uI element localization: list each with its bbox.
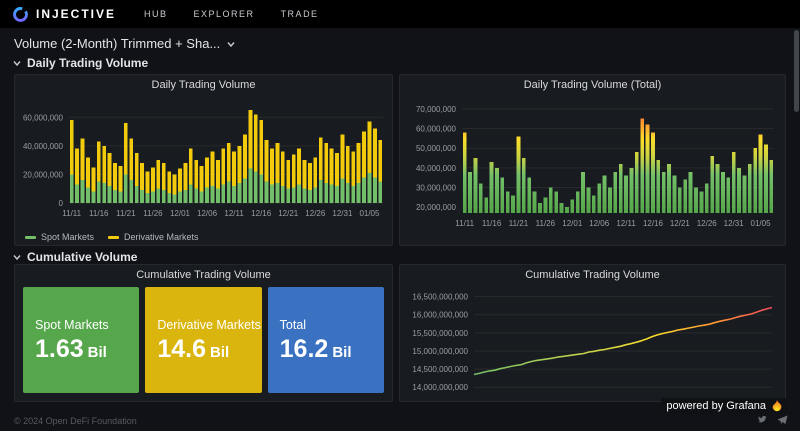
chevron-down-icon [12,252,22,262]
svg-text:11/11: 11/11 [455,219,474,228]
svg-text:12/11: 12/11 [616,219,636,228]
svg-text:14,500,000,000: 14,500,000,000 [412,365,468,374]
legend-item[interactable]: Derivative Markets [108,232,199,242]
chevron-down-icon [12,58,22,68]
svg-text:16,000,000,000: 16,000,000,000 [412,311,468,320]
navbar: INJECTIVE HUB EXPLORER TRADE [0,0,800,28]
svg-text:12/01: 12/01 [170,209,191,218]
panel-title[interactable]: Cumulative Trading Volume [400,265,785,285]
social-links [757,415,788,425]
svg-text:15,000,000,000: 15,000,000,000 [412,347,468,356]
svg-text:70,000,000: 70,000,000 [416,105,457,114]
chevron-down-icon [226,39,236,49]
svg-text:12/31: 12/31 [332,209,353,218]
stat-label: Derivative Markets [157,318,261,332]
daily-total-bar-chart: 20,000,000 30,000,000 40,000,000 50,000,000… [400,95,785,245]
svg-text:60,000,000: 60,000,000 [416,125,457,134]
svg-text:12/16: 12/16 [251,209,272,218]
stat-value: 16.2Bil [280,337,384,362]
svg-text:40,000,000: 40,000,000 [23,142,64,151]
panel-cumulative-stats: Cumulative Trading Volume Spot Markets 1… [14,264,393,402]
stat-value: 14.6Bil [157,337,261,362]
svg-text:12/31: 12/31 [724,219,745,228]
row-cumulative-volume[interactable]: Cumulative Volume [12,250,137,264]
main-nav: HUB EXPLORER TRADE [144,9,345,19]
svg-text:01/05: 01/05 [359,209,380,218]
stat-tiles: Spot Markets 1.63Bil Derivative Markets … [23,287,384,393]
svg-text:01/05: 01/05 [751,219,772,228]
twitter-icon[interactable] [757,415,768,425]
nav-explorer[interactable]: EXPLORER [194,9,255,19]
svg-text:12/16: 12/16 [643,219,664,228]
svg-text:12/01: 12/01 [562,219,583,228]
brand-name[interactable]: INJECTIVE [36,7,116,21]
svg-text:0: 0 [59,199,64,208]
panel-daily-trading-volume-total: Daily Trading Volume (Total) 20,000,000 3… [399,74,786,246]
svg-text:30,000,000: 30,000,000 [416,183,457,192]
dashboard-title-text: Volume (2-Month) Trimmed + Sha... [14,36,220,51]
svg-text:50,000,000: 50,000,000 [416,144,457,153]
scrollbar-thumb[interactable] [794,30,799,112]
grafana-logo-icon [771,400,783,412]
row-title: Daily Trading Volume [27,56,148,70]
svg-text:16,500,000,000: 16,500,000,000 [412,293,468,302]
svg-text:11/16: 11/16 [89,209,109,218]
chart-legend: Spot Markets Derivative Markets [25,232,213,242]
copyright: © 2024 Open DeFi Foundation [14,416,137,426]
svg-text:12/21: 12/21 [278,209,299,218]
svg-text:11/26: 11/26 [143,209,163,218]
svg-text:20,000,000: 20,000,000 [23,170,64,179]
panel-cumulative-chart: Cumulative Trading Volume 14,000,000,000… [399,264,786,402]
nav-trade[interactable]: TRADE [281,9,319,19]
svg-text:60,000,000: 60,000,000 [23,113,64,122]
powered-by-grafana[interactable]: powered by Grafana [661,398,788,414]
daily-volume-stacked-bar-chart: 0 20,000,000 40,000,000 60,000,000 11/11 11/1… [15,95,392,225]
panel-daily-trading-volume: Daily Trading Volume 0 20,000,000 40,000,0… [14,74,393,246]
legend-item[interactable]: Spot Markets [25,232,94,242]
injective-logo-icon[interactable] [12,6,29,23]
svg-text:12/26: 12/26 [305,209,326,218]
svg-text:12/06: 12/06 [589,219,610,228]
svg-text:11/26: 11/26 [536,219,556,228]
panel-title[interactable]: Cumulative Trading Volume [15,265,392,285]
row-daily-trading-volume[interactable]: Daily Trading Volume [12,56,148,70]
svg-text:11/21: 11/21 [509,219,529,228]
svg-text:12/06: 12/06 [197,209,218,218]
svg-text:14,000,000,000: 14,000,000,000 [412,383,468,392]
dashboard-title[interactable]: Volume (2-Month) Trimmed + Sha... [14,36,236,51]
svg-text:12/26: 12/26 [697,219,718,228]
row-title: Cumulative Volume [27,250,137,264]
svg-text:20,000,000: 20,000,000 [416,203,457,212]
stat-tile-spot-markets: Spot Markets 1.63Bil [23,287,139,393]
svg-text:12/21: 12/21 [670,219,691,228]
svg-text:11/21: 11/21 [116,209,136,218]
svg-text:15,500,000,000: 15,500,000,000 [412,329,468,338]
stat-value: 1.63Bil [35,337,139,362]
svg-text:11/16: 11/16 [482,219,502,228]
telegram-icon[interactable] [777,415,788,425]
panel-title[interactable]: Daily Trading Volume (Total) [400,75,785,95]
stat-label: Spot Markets [35,318,139,332]
stat-tile-total: Total 16.2Bil [268,287,384,393]
nav-hub[interactable]: HUB [144,9,168,19]
svg-text:11/11: 11/11 [62,209,81,218]
powered-by-text: powered by Grafana [666,400,766,412]
stat-label: Total [280,318,384,332]
svg-text:12/11: 12/11 [224,209,244,218]
svg-text:40,000,000: 40,000,000 [416,164,457,173]
stat-tile-derivative-markets: Derivative Markets 14.6Bil [145,287,261,393]
cumulative-volume-line-chart: 14,000,000,000 14,500,000,000 15,000,000,0… [400,285,785,399]
panel-title[interactable]: Daily Trading Volume [15,75,392,95]
